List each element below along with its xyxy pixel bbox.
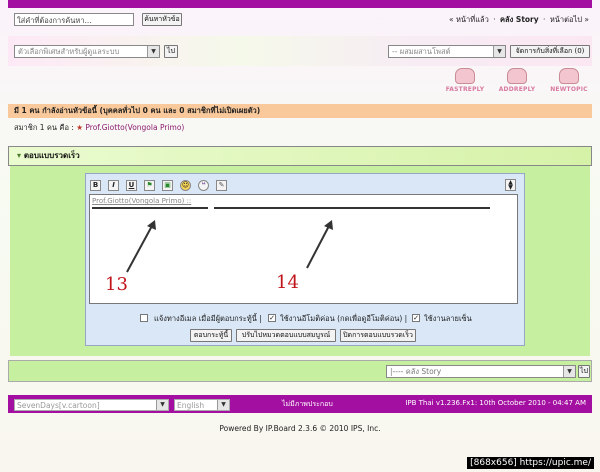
arrow-14 <box>306 223 331 269</box>
full-reply-button[interactable]: ปรับไปหมวดตอบแบบสมบูรณ์ <box>236 329 336 342</box>
redaction-line <box>92 207 208 209</box>
character-icon <box>455 68 475 84</box>
resize-button[interactable]: ▲ ▼ <box>505 179 516 191</box>
newtopic-label: NEWTOPIC <box>550 86 588 93</box>
signature-checkbox[interactable]: ✓ <box>412 314 420 322</box>
mod-options-value: ตัวเลือกพิเศษสำหรับผู้ดูแลระบบ <box>18 47 120 56</box>
annotation-arrows <box>126 220 333 273</box>
topic-navigation: « หน้าที่แล้ว · คลัง Story · หน้าต่อไป » <box>448 14 590 26</box>
fastreply-label: FASTREPLY <box>445 86 485 93</box>
chevron-down-icon: ▼ <box>156 400 168 410</box>
image-button[interactable]: ▣ <box>162 180 173 191</box>
close-quick-reply-button[interactable]: ปิดการตอบแบบรวดเร็ว <box>340 329 416 342</box>
story-link[interactable]: คลัง Story <box>500 15 539 24</box>
link-icon: ⚑ <box>146 181 153 189</box>
bold-button[interactable]: B <box>90 180 101 191</box>
nav-separator: · <box>493 15 496 24</box>
chevron-down-icon: ▼ <box>563 366 575 377</box>
addreply-label: ADDREPLY <box>498 86 536 93</box>
search-input[interactable]: ใส่คำที่ต้องการค้นหา... <box>14 13 134 26</box>
addreply-button[interactable]: ADDREPLY <box>494 68 540 98</box>
footer-center-text: ไม่มีภาพประกอบ <box>282 400 333 408</box>
spellcheck-icon: ✎ <box>218 181 225 189</box>
multi-moderation-select[interactable]: -- ผสมผสานโพสต์ ▼ <box>388 45 506 58</box>
top-bar <box>8 0 592 8</box>
spellcheck-button[interactable]: ✎ <box>216 180 227 191</box>
next-link[interactable]: หน้าต่อไป » <box>550 15 589 24</box>
member-link[interactable]: Prof.Giotto(Vongola Primo) <box>85 123 184 132</box>
character-icon <box>507 68 527 84</box>
multi-moderation-value: -- ผสมผสานโพสต์ <box>392 47 451 56</box>
newtopic-button[interactable]: NEWTOPIC <box>546 68 592 98</box>
prev-link[interactable]: « หน้าที่แล้ว <box>449 15 489 24</box>
mod-go-button[interactable]: ไป <box>164 45 178 58</box>
italic-button[interactable]: I <box>108 180 119 191</box>
chevron-down-icon: ▼ <box>147 46 159 57</box>
annotation-14: 14 <box>276 272 299 293</box>
email-option-label: แจ้งทางอีเมล เมื่อมีผู้ตอบกระทู้นี้ | <box>154 314 262 323</box>
chevron-down-icon: ▼ <box>217 400 229 410</box>
emoticon-button[interactable]: ☺ <box>180 180 191 191</box>
image-watermark: [868x656] https://upic.me/ <box>467 457 594 469</box>
forum-jump-button[interactable]: ไป <box>578 365 590 378</box>
resize-icon: ▲ ▼ <box>508 179 513 191</box>
emoticons-checkbox[interactable]: ✓ <box>268 314 276 322</box>
annotation-13: 13 <box>105 274 128 295</box>
post-reply-button[interactable]: ตอบกระทู้นี้ <box>190 329 232 342</box>
character-icon <box>559 68 579 84</box>
manage-selected-button[interactable]: จัดการกับสิ่งที่เลือก (0) <box>510 45 590 58</box>
chevron-down-icon: ▼ <box>493 46 505 57</box>
collapse-icon: ▾ <box>17 151 22 160</box>
active-members: สมาชิก 1 คน คือ : ★ Prof.Giotto(Vongola … <box>14 122 184 134</box>
forum-jump-select[interactable]: |---- คลัง Story ▼ <box>386 365 576 378</box>
nav-separator: · <box>543 15 546 24</box>
members-prefix: สมาชิก 1 คน คือ : <box>14 123 74 132</box>
signature-option-label: ใช้งานลายเซ็น <box>424 314 472 323</box>
quote-button[interactable]: ❝ <box>198 180 209 191</box>
fastreply-button[interactable]: FASTREPLY <box>442 68 488 98</box>
email-checkbox[interactable] <box>140 314 148 322</box>
arrow-13 <box>126 223 154 273</box>
quick-reply-header[interactable]: ▾ ตอบแบบรวดเร็ว <box>8 146 592 166</box>
quoted-text: Prof.Giotto(Vongola Primo) :: <box>92 197 192 205</box>
forum-jump-value: |---- คลัง Story <box>390 367 442 376</box>
quick-reply-title: ตอบแบบรวดเร็ว <box>23 151 80 160</box>
emoticons-option-label: ใช้งานอีโมติค่อน (กดเพื่อดูอีโมติค่อน) | <box>280 314 408 323</box>
image-icon: ▣ <box>164 181 171 189</box>
language-value: English <box>177 401 205 410</box>
skin-select[interactable]: SevenDays[v.cartoon] ▼ <box>14 399 169 411</box>
smiley-icon: ☺ <box>181 181 190 189</box>
star-icon: ★ <box>76 123 83 132</box>
skin-value: SevenDays[v.cartoon] <box>17 401 100 410</box>
redaction-line <box>214 207 490 209</box>
mod-options-select[interactable]: ตัวเลือกพิเศษสำหรับผู้ดูแลระบบ ▼ <box>14 45 160 58</box>
quote-icon: ❝ <box>201 181 206 189</box>
language-select[interactable]: English ▼ <box>174 399 230 411</box>
powered-by: Powered By IP.Board 2.3.6 © 2010 IPS, In… <box>219 424 381 433</box>
version-text: IPB Thai v1.236.Fx1: 10th October 2010 -… <box>405 399 586 407</box>
link-button[interactable]: ⚑ <box>144 180 155 191</box>
underline-button[interactable]: U <box>126 180 137 191</box>
search-button[interactable]: ค้นหาหัวข้อ <box>142 13 182 26</box>
active-users-bar: มี 1 คน กำลังอ่านหัวข้อนี้ (บุคคลทั่วไป … <box>8 104 592 118</box>
